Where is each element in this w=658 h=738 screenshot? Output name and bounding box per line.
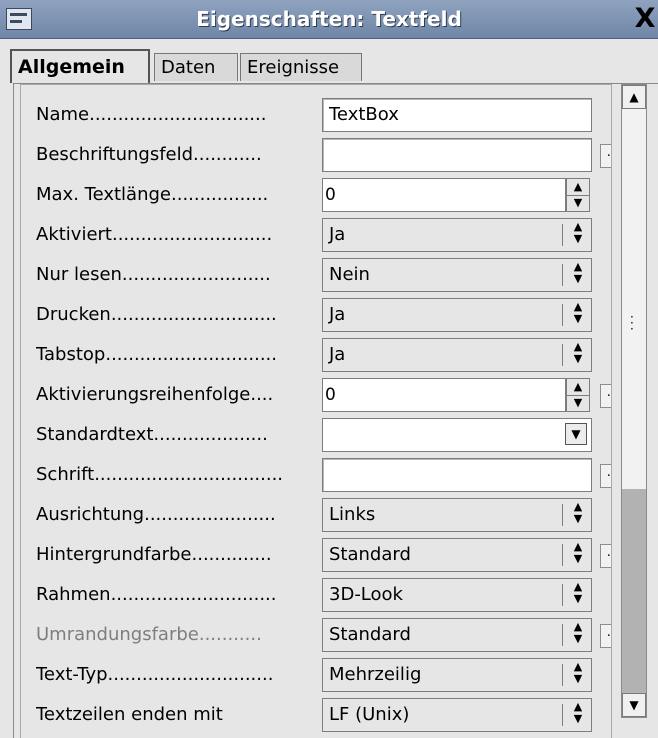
rahmen-select[interactable]: 3D-Look ▲ ▼ (322, 578, 592, 612)
textzeilen-enden-mit-value: LF (Unix) (329, 704, 410, 725)
updown-arrows-icon: ▲ ▼ (573, 500, 583, 525)
updown-arrows-icon: ▲ ▼ (573, 300, 583, 325)
tabstop-select[interactable]: Ja ▲ ▼ (322, 338, 592, 372)
label-drucken: Drucken............................. (36, 304, 277, 325)
nur-lesen-value: Nein (329, 264, 370, 285)
label-max-textlaenge: Max. Textlänge................. (36, 184, 269, 205)
umrandungsfarbe-ellipsis-button[interactable]: ... (600, 624, 611, 648)
updown-arrows-icon: ▲ ▼ (573, 260, 583, 285)
name-input[interactable]: TextBox (322, 98, 592, 132)
text-typ-value: Mehrzeilig (329, 664, 422, 685)
umrandungsfarbe-value: Standard (329, 624, 411, 645)
ausrichtung-select[interactable]: Links ▲ ▼ (322, 498, 592, 532)
title-bar: Eigenschaften: Textfeld X (0, 0, 658, 39)
label-hintergrundfarbe: Hintergrundfarbe.............. (36, 544, 272, 565)
tabstop-value: Ja (329, 344, 346, 365)
updown-arrows-icon: ▲ ▼ (573, 540, 583, 565)
scrollbar-thumb[interactable]: · · · (622, 109, 646, 489)
updown-arrows-icon: ▲ ▼ (573, 580, 583, 605)
properties-panel: Name............................... Text… (13, 83, 658, 738)
hintergrundfarbe-value: Standard (329, 544, 411, 565)
standardtext-combobox[interactable]: ▼ (322, 418, 592, 452)
label-rahmen: Rahmen............................. (36, 584, 277, 605)
rahmen-value: 3D-Look (329, 584, 403, 605)
aktivierungsreihenfolge-input[interactable]: 0 (322, 378, 566, 412)
tab-ereignisse[interactable]: Ereignisse (240, 53, 362, 81)
label-nur-lesen: Nur lesen.......................... (36, 264, 271, 285)
label-name: Name............................... (36, 104, 267, 125)
max-textlaenge-spinner[interactable]: ▲ ▼ (566, 178, 590, 212)
spin-down-icon[interactable]: ▼ (567, 195, 589, 211)
label-textzeilen-enden-mit: Textzeilen enden mit (36, 704, 223, 725)
scroll-up-icon[interactable]: ▲ (622, 85, 646, 109)
label-beschriftungsfeld: Beschriftungsfeld............ (36, 144, 262, 165)
spin-up-icon[interactable]: ▲ (567, 379, 589, 396)
aktivierungsreihenfolge-ellipsis-button[interactable]: ... (600, 384, 611, 408)
drucken-value: Ja (329, 304, 346, 325)
updown-arrows-icon: ▲ ▼ (573, 700, 583, 725)
textzeilen-enden-mit-select[interactable]: LF (Unix) ▲ ▼ (322, 698, 592, 732)
text-typ-select[interactable]: Mehrzeilig ▲ ▼ (322, 658, 592, 692)
hintergrundfarbe-select[interactable]: Standard ▲ ▼ (322, 538, 592, 572)
tab-allgemein[interactable]: Allgemein (10, 49, 150, 83)
label-schrift: Schrift................................. (36, 464, 284, 485)
tab-daten[interactable]: Daten (154, 53, 238, 81)
max-textlaenge-input[interactable]: 0 (322, 178, 566, 212)
spin-up-icon[interactable]: ▲ (567, 179, 589, 196)
label-aktivierungsreihenfolge: Aktivierungsreihenfolge.... (36, 384, 274, 405)
schrift-ellipsis-button[interactable]: ... (600, 464, 611, 488)
label-text-typ: Text-Typ............................. (36, 664, 274, 685)
updown-arrows-icon: ▲ ▼ (573, 340, 583, 365)
scrollbar-track-lower[interactable] (622, 489, 646, 693)
label-standardtext: Standardtext.................... (36, 424, 268, 445)
beschriftungsfeld-ellipsis-button[interactable]: ... (600, 144, 611, 168)
dropdown-arrow-icon[interactable]: ▼ (565, 423, 587, 445)
window-title: Eigenschaften: Textfeld (196, 7, 462, 31)
updown-arrows-icon: ▲ ▼ (573, 220, 583, 245)
beschriftungsfeld-input[interactable] (322, 138, 592, 172)
ausrichtung-value: Links (329, 504, 376, 525)
umrandungsfarbe-select[interactable]: Standard ▲ ▼ (322, 618, 592, 652)
label-tabstop: Tabstop.............................. (36, 344, 277, 365)
nur-lesen-select[interactable]: Nein ▲ ▼ (322, 258, 592, 292)
hintergrundfarbe-ellipsis-button[interactable]: ... (600, 544, 611, 568)
aktiviert-value: Ja (329, 224, 346, 245)
label-ausrichtung: Ausrichtung....................... (36, 504, 276, 525)
scroll-down-icon[interactable]: ▼ (622, 693, 646, 717)
close-button[interactable]: X (632, 4, 658, 34)
spin-down-icon[interactable]: ▼ (567, 395, 589, 411)
grip-icon: · · · (630, 310, 634, 336)
updown-arrows-icon: ▲ ▼ (573, 660, 583, 685)
aktivierungsreihenfolge-spinner[interactable]: ▲ ▼ (566, 378, 590, 412)
properties-list: Name............................... Text… (20, 84, 612, 738)
label-aktiviert: Aktiviert............................ (36, 224, 273, 245)
schrift-input[interactable] (322, 458, 592, 492)
vertical-scrollbar[interactable]: ▲ · · · ▼ (621, 84, 647, 718)
updown-arrows-icon: ▲ ▼ (573, 620, 583, 645)
label-umrandungsfarbe: Umrandungsfarbe........... (36, 624, 262, 645)
drucken-select[interactable]: Ja ▲ ▼ (322, 298, 592, 332)
aktiviert-select[interactable]: Ja ▲ ▼ (322, 218, 592, 252)
